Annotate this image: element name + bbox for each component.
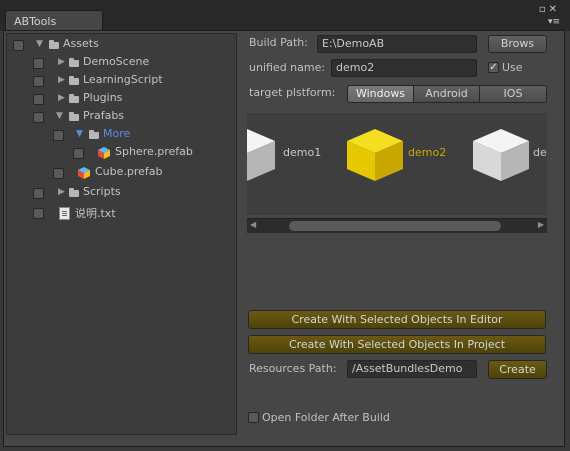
tree-checkbox-plugins[interactable] bbox=[33, 94, 44, 105]
folder-icon bbox=[69, 58, 79, 67]
preview-scrollbar[interactable]: ◀ ▶ bbox=[247, 218, 547, 233]
tree-checkbox-readme[interactable] bbox=[33, 208, 44, 219]
cube-icon bbox=[473, 129, 529, 181]
tree-checkbox-cube[interactable] bbox=[53, 168, 64, 179]
scrollbar-thumb[interactable] bbox=[289, 221, 501, 231]
tab-abtools[interactable]: ABTools bbox=[5, 10, 103, 31]
tree-item-label[interactable]: Prafabs bbox=[83, 109, 124, 122]
text-file-icon bbox=[59, 207, 70, 220]
create-in-editor-button[interactable]: Create With Selected Objects In Editor bbox=[248, 310, 546, 329]
tree-item-label[interactable]: Plugins bbox=[83, 91, 122, 104]
preview-item-label: demo2 bbox=[408, 146, 447, 159]
tab-bar: ABTools ▫✕ ▾≡ bbox=[0, 0, 570, 31]
tree-item-label[interactable]: Assets bbox=[63, 37, 99, 50]
platform-tab-windows[interactable]: Windows bbox=[347, 85, 414, 103]
expand-arrow-icon[interactable]: ▼ bbox=[76, 129, 83, 139]
preview-item-demo1[interactable]: demo1 bbox=[247, 113, 327, 195]
expand-arrow-icon[interactable]: ▼ bbox=[36, 39, 43, 49]
tree-checkbox-more[interactable] bbox=[53, 130, 64, 141]
folder-icon bbox=[69, 112, 79, 121]
tree-item-label[interactable]: Sphere.prefab bbox=[115, 145, 193, 158]
window-controls[interactable]: ▫✕ bbox=[539, 4, 560, 15]
unified-name-field[interactable]: demo2 bbox=[331, 59, 477, 77]
cube-icon bbox=[347, 129, 403, 181]
tree-item-label[interactable]: 说明.txt bbox=[75, 205, 116, 221]
tree-item-label[interactable]: LearningScript bbox=[83, 73, 163, 86]
bundle-preview-strip: demo1 demo2 de bbox=[247, 113, 547, 215]
preview-item-label: de bbox=[533, 146, 547, 159]
preview-item-demo3[interactable]: de bbox=[471, 113, 547, 195]
browse-button[interactable]: Brows bbox=[488, 35, 547, 53]
tree-item-label[interactable]: Scripts bbox=[83, 185, 121, 198]
target-platform-label: target plstform: bbox=[249, 86, 336, 99]
folder-icon bbox=[89, 130, 99, 139]
tree-checkbox-assets[interactable] bbox=[13, 40, 24, 51]
collapse-arrow-icon[interactable]: ▶ bbox=[58, 75, 65, 85]
tree-item-label[interactable]: DemoScene bbox=[83, 55, 149, 68]
preview-item-label: demo1 bbox=[283, 146, 322, 159]
expand-arrow-icon[interactable]: ▼ bbox=[56, 111, 63, 121]
prefab-icon bbox=[78, 167, 90, 179]
tree-checkbox-scripts[interactable] bbox=[33, 188, 44, 199]
asset-tree: ▼ Assets ▶ DemoScene ▶ LearningScript ▶ … bbox=[6, 33, 237, 435]
window-menu-icon[interactable]: ▾≡ bbox=[548, 17, 560, 27]
tree-checkbox-demoscene[interactable] bbox=[33, 58, 44, 69]
prefab-icon bbox=[98, 147, 110, 159]
tab-title: ABTools bbox=[14, 15, 57, 28]
open-folder-checkbox[interactable] bbox=[248, 412, 259, 423]
cube-icon bbox=[247, 129, 275, 181]
create-in-project-button[interactable]: Create With Selected Objects In Project bbox=[248, 335, 546, 354]
open-folder-label: Open Folder After Build bbox=[262, 411, 390, 424]
folder-icon bbox=[69, 94, 79, 103]
folder-icon bbox=[69, 76, 79, 85]
preview-item-demo2[interactable]: demo2 bbox=[345, 113, 455, 195]
abtools-window: ABTools ▫✕ ▾≡ ▼ Assets ▶ DemoScene ▶ Lea… bbox=[0, 0, 570, 451]
create-button[interactable]: Create bbox=[488, 360, 547, 379]
collapse-arrow-icon[interactable]: ▶ bbox=[58, 187, 65, 197]
tree-item-label[interactable]: Cube.prefab bbox=[95, 165, 163, 178]
tree-checkbox-prafabs[interactable] bbox=[33, 112, 44, 123]
unified-name-label: unified name: bbox=[249, 61, 326, 74]
collapse-arrow-icon[interactable]: ▶ bbox=[58, 93, 65, 103]
tree-item-label[interactable]: More bbox=[103, 127, 130, 140]
use-checkbox[interactable]: ✓ bbox=[488, 62, 499, 73]
build-path-field[interactable]: E:\DemoAB bbox=[317, 35, 477, 53]
tree-checkbox-learningscript[interactable] bbox=[33, 76, 44, 87]
scroll-left-icon[interactable]: ◀ bbox=[250, 220, 256, 229]
build-path-label: Build Path: bbox=[249, 36, 308, 49]
folder-icon bbox=[69, 188, 79, 197]
folder-icon bbox=[49, 40, 59, 49]
platform-tab-android[interactable]: Android bbox=[413, 85, 480, 103]
use-label: Use bbox=[502, 61, 523, 74]
resources-path-label: Resources Path: bbox=[249, 362, 337, 375]
resources-path-field[interactable]: /AssetBundlesDemo bbox=[347, 360, 477, 378]
tree-checkbox-sphere[interactable] bbox=[73, 148, 84, 159]
collapse-arrow-icon[interactable]: ▶ bbox=[58, 57, 65, 67]
scroll-right-icon[interactable]: ▶ bbox=[538, 220, 544, 229]
platform-tab-ios[interactable]: IOS bbox=[479, 85, 547, 103]
